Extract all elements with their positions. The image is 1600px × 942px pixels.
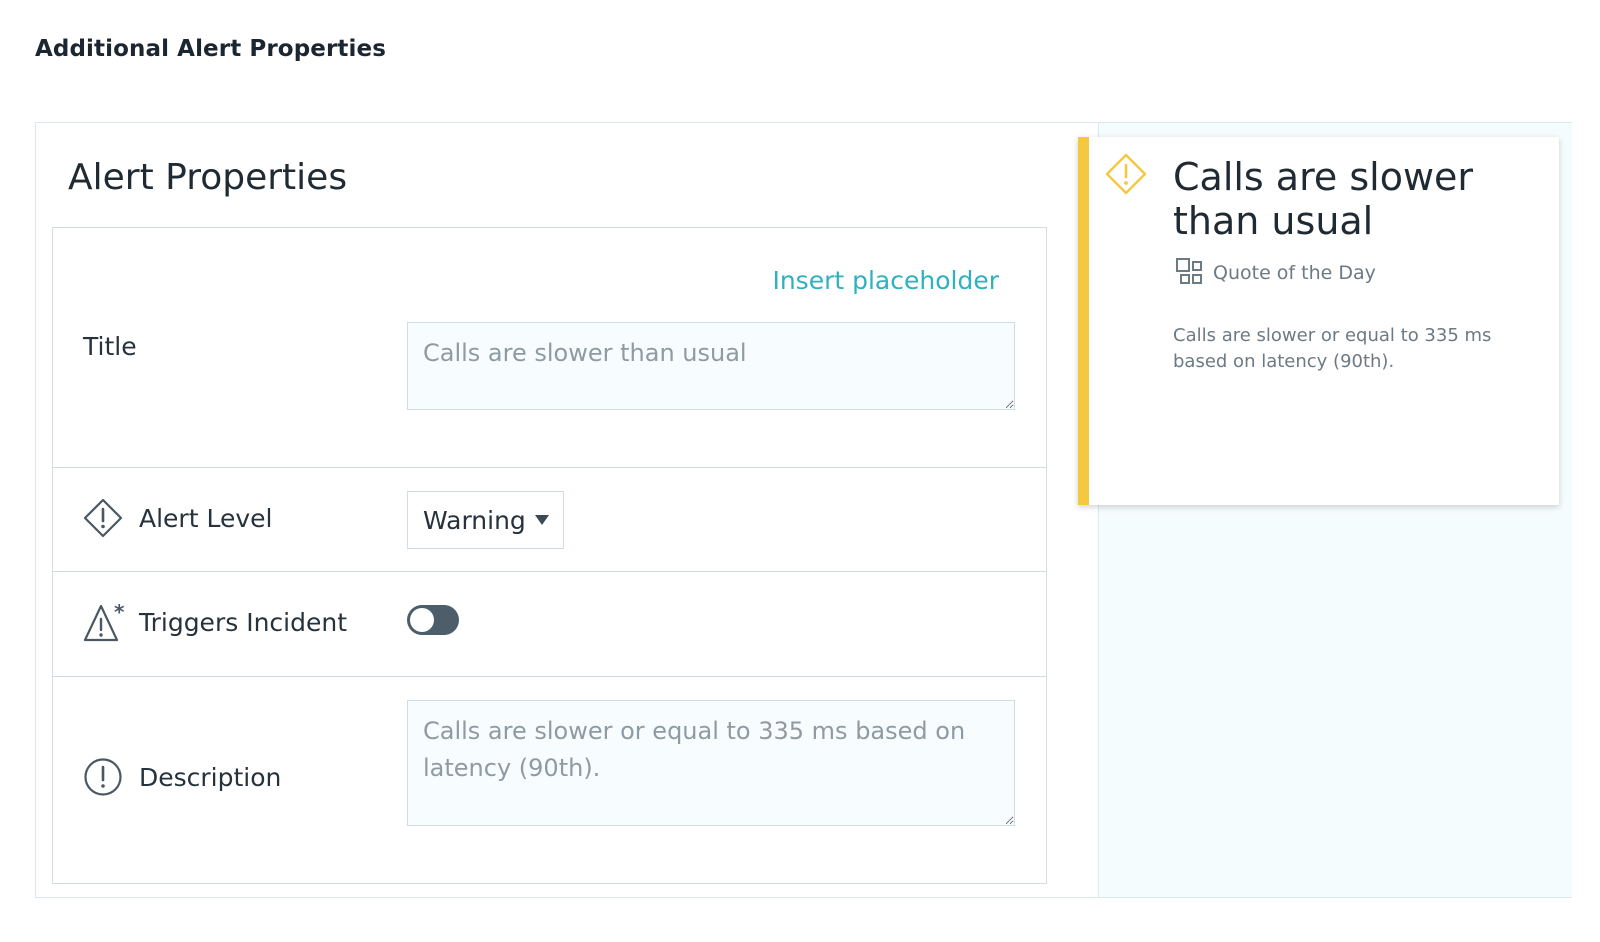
section-heading: Additional Alert Properties bbox=[35, 36, 386, 62]
triggers-incident-row: * Triggers Incident bbox=[53, 572, 1046, 677]
alert-properties-form: Insert placeholder Title Alert Level War… bbox=[52, 227, 1047, 884]
svg-text:*: * bbox=[114, 602, 125, 624]
dashboard-icon bbox=[1175, 257, 1205, 291]
incident-triangle-icon: * bbox=[83, 600, 125, 648]
toggle-knob bbox=[410, 608, 434, 632]
alert-level-select[interactable]: Warning bbox=[407, 491, 564, 549]
insert-placeholder-link[interactable]: Insert placeholder bbox=[772, 266, 999, 295]
preview-description: Calls are slower or equal to 335 ms base… bbox=[1173, 325, 1492, 372]
alert-preview-card: Calls are slower than usual Quote of the… bbox=[1078, 137, 1559, 505]
warning-diamond-icon bbox=[83, 498, 123, 542]
triggers-incident-label: Triggers Incident bbox=[139, 608, 347, 637]
exclamation-circle-icon bbox=[83, 757, 123, 801]
preview-title: Calls are slower than usual bbox=[1173, 155, 1474, 243]
title-input[interactable] bbox=[407, 322, 1015, 410]
warning-diamond-icon bbox=[1105, 153, 1147, 199]
description-input[interactable] bbox=[407, 700, 1015, 826]
alert-level-value: Warning bbox=[423, 505, 526, 535]
description-label: Description bbox=[139, 763, 282, 792]
triggers-incident-toggle[interactable] bbox=[407, 605, 459, 635]
caret-down-icon bbox=[535, 515, 549, 525]
description-row: Description bbox=[53, 677, 1046, 883]
alert-level-label: Alert Level bbox=[139, 504, 273, 533]
title-row: Insert placeholder Title bbox=[53, 228, 1046, 468]
form-title: Alert Properties bbox=[68, 157, 348, 198]
title-label: Title bbox=[83, 332, 137, 361]
preview-source: Quote of the Day bbox=[1213, 262, 1376, 284]
alert-level-row: Alert Level Warning bbox=[53, 468, 1046, 572]
